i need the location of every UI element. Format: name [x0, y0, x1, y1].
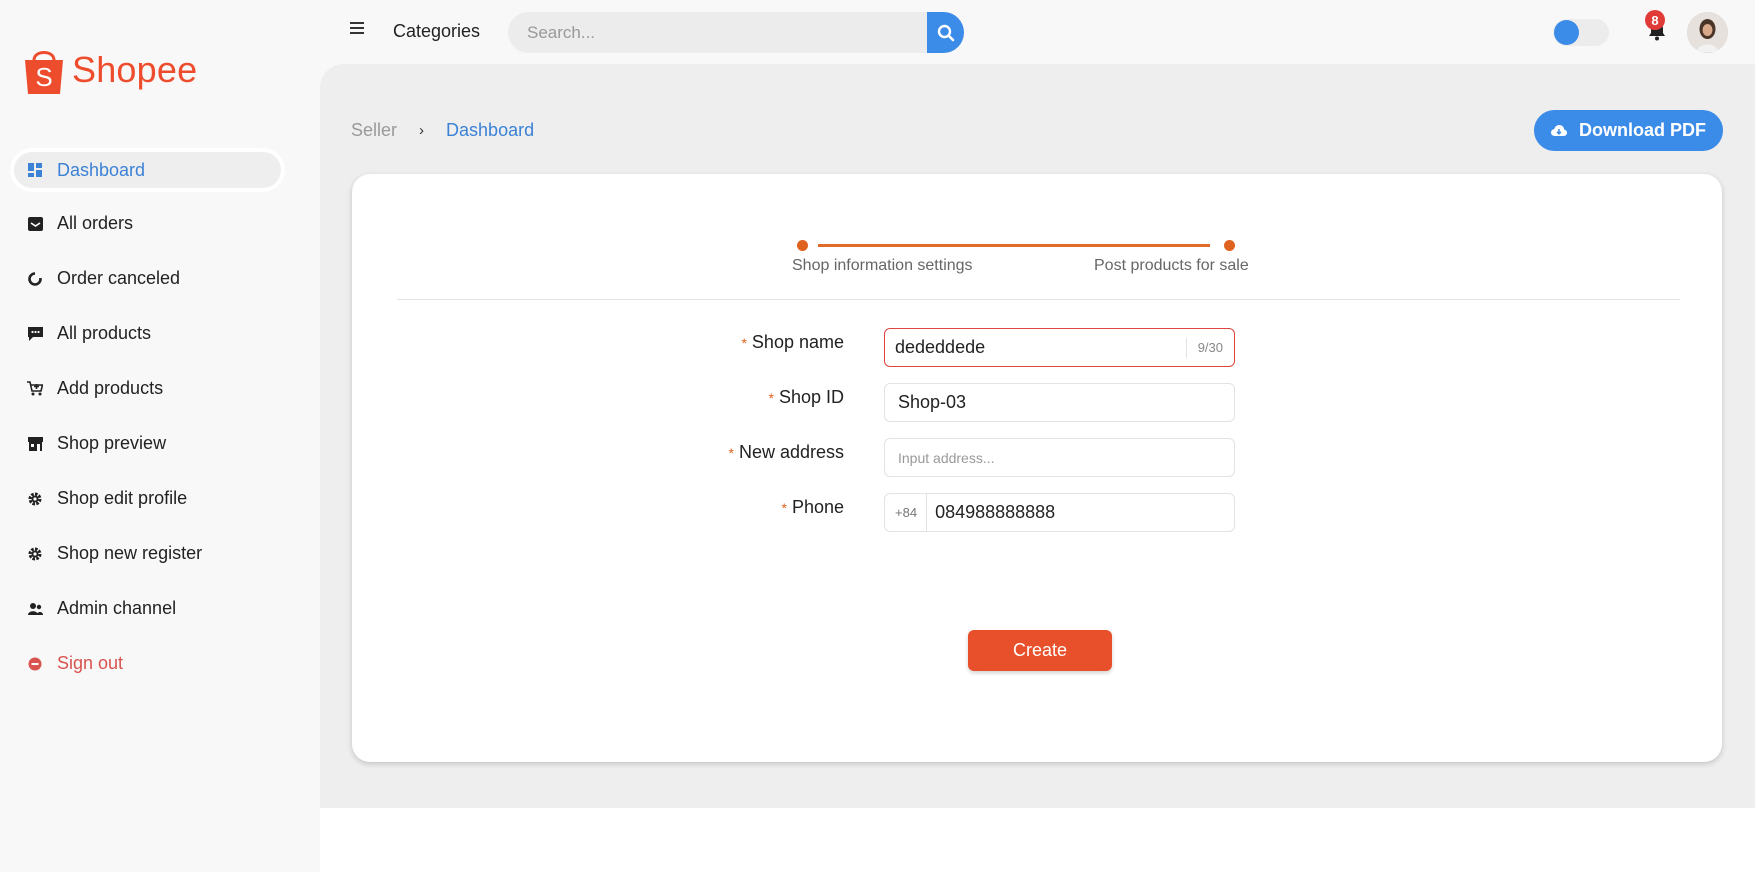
- avatar[interactable]: [1687, 12, 1728, 53]
- required-asterisk: *: [741, 335, 747, 351]
- sidebar-item-label: All products: [57, 323, 152, 343]
- sidebar-item-label: Shop edit profile: [57, 488, 188, 508]
- required-asterisk: *: [781, 500, 787, 516]
- address-label: * New address: [728, 442, 845, 462]
- shop-name-label: * Shop name: [741, 332, 844, 352]
- sidebar-item-label: Add products: [57, 378, 164, 398]
- step-dot-2: [1224, 240, 1235, 251]
- progress-steps: Shop information settings Post products …: [352, 174, 1722, 294]
- gear-icon: [27, 546, 43, 562]
- pie-chart-icon: [27, 271, 43, 287]
- sidebar-item-all-products[interactable]: All products: [0, 306, 320, 361]
- brand-name: Shopee: [72, 49, 198, 90]
- cloud-download-icon: [1551, 124, 1567, 137]
- shop-name-field: 9/30: [884, 328, 1235, 367]
- form-row-phone: * Phone +84: [352, 493, 1722, 533]
- breadcrumb: Seller › Dashboard: [351, 120, 534, 141]
- sidebar-item-shop-preview[interactable]: Shop preview: [0, 416, 320, 471]
- sidebar-item-label: Shop new register: [57, 543, 203, 563]
- users-icon: [27, 601, 43, 617]
- search-bar: [508, 12, 964, 53]
- sidebar-item-label: Order canceled: [57, 268, 181, 288]
- shop-id-label: * Shop ID: [768, 387, 845, 407]
- sidebar: S Shopee Dashboard All orders Order canc…: [0, 0, 320, 872]
- minus-circle-icon: [27, 656, 43, 672]
- sidebar-item-sign-out[interactable]: Sign out: [0, 636, 320, 691]
- sidebar-item-order-canceled[interactable]: Order canceled: [0, 251, 320, 306]
- address-field: [884, 438, 1235, 477]
- sidebar-item-label: Sign out: [57, 653, 124, 673]
- dashboard-icon: [27, 162, 43, 178]
- phone-input[interactable]: [927, 502, 1234, 523]
- step-connector: [818, 244, 1210, 247]
- phone-prefix[interactable]: +84: [885, 494, 928, 531]
- theme-toggle[interactable]: [1553, 19, 1609, 46]
- search-button[interactable]: [927, 12, 964, 53]
- sidebar-item-shop-new-register[interactable]: Shop new register: [0, 526, 320, 581]
- inbox-icon: [27, 216, 43, 232]
- form-row-shop-id: * Shop ID: [352, 383, 1722, 423]
- required-asterisk: *: [728, 445, 734, 461]
- sidebar-item-dashboard[interactable]: Dashboard: [10, 148, 285, 192]
- footer-area: [320, 808, 1755, 872]
- search-input[interactable]: [508, 12, 927, 53]
- sidebar-item-label: Shop preview: [57, 433, 167, 453]
- sidebar-item-admin-channel[interactable]: Admin channel: [0, 581, 320, 636]
- svg-text:S: S: [35, 62, 52, 92]
- step-dot-1: [797, 240, 808, 251]
- step-label-1: Shop information settings: [792, 257, 973, 274]
- sidebar-item-all-orders[interactable]: All orders: [0, 196, 320, 251]
- sidebar-item-shop-edit-profile[interactable]: Shop edit profile: [0, 471, 320, 526]
- storefront-icon: [27, 436, 43, 452]
- categories-menu[interactable]: Categories: [393, 21, 480, 42]
- address-input[interactable]: [885, 447, 1234, 468]
- step-label-2: Post products for sale: [1094, 257, 1249, 274]
- divider: [397, 299, 1680, 300]
- shopee-logo[interactable]: S Shopee: [22, 44, 197, 96]
- form-row-address: * New address: [352, 438, 1722, 478]
- breadcrumb-root[interactable]: Seller: [351, 120, 397, 141]
- notification-badge: 8: [1645, 10, 1665, 30]
- char-counter: 9/30: [1185, 337, 1234, 358]
- search-icon: [937, 24, 954, 41]
- main-content: Seller › Dashboard Download PDF Shop inf…: [320, 64, 1755, 808]
- sidebar-nav: Dashboard All orders Order canceled All …: [0, 144, 320, 691]
- chat-box-icon: [27, 326, 43, 342]
- shop-id-input[interactable]: [885, 392, 1234, 413]
- required-asterisk: *: [768, 390, 774, 406]
- breadcrumb-current: Dashboard: [446, 120, 535, 140]
- chevron-right-icon: ›: [419, 122, 425, 139]
- hamburger-menu-icon[interactable]: [350, 22, 364, 34]
- shop-setup-card: Shop information settings Post products …: [352, 174, 1722, 762]
- gear-icon: [27, 491, 43, 507]
- create-button[interactable]: Create: [968, 630, 1112, 671]
- sidebar-item-label: All orders: [57, 213, 134, 233]
- top-header: Categories 8: [320, 0, 1755, 64]
- download-pdf-label: Download PDF: [1579, 120, 1706, 140]
- download-pdf-button[interactable]: Download PDF: [1534, 110, 1723, 151]
- add-cart-icon: [27, 381, 43, 397]
- toggle-knob: [1554, 20, 1579, 45]
- shopping-bag-icon: S: [25, 51, 63, 94]
- shop-name-input[interactable]: [885, 337, 1186, 358]
- sidebar-item-add-products[interactable]: Add products: [0, 361, 320, 416]
- sidebar-item-label: Admin channel: [57, 598, 177, 618]
- form-row-shop-name: *Shop name 9/30: [352, 328, 1722, 368]
- sidebar-item-label: Dashboard: [57, 159, 146, 180]
- shop-id-field: [884, 383, 1235, 422]
- phone-field: +84: [884, 493, 1235, 532]
- phone-label: * Phone: [781, 497, 844, 517]
